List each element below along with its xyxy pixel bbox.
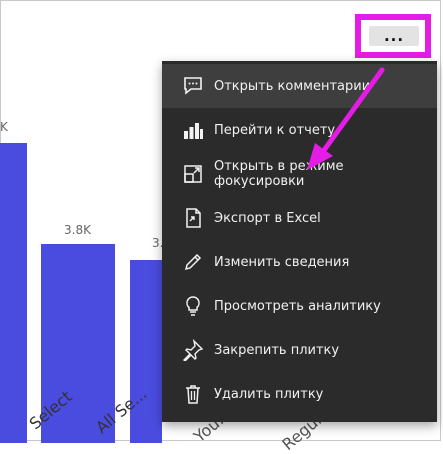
bar-3 <box>130 260 162 443</box>
menu-item-focus-mode[interactable]: Открыть в режиме фокусировки <box>162 152 437 196</box>
menu-item-pin-tile[interactable]: Закрепить плитку <box>162 328 437 372</box>
menu-item-go-to-report[interactable]: Перейти к отчету <box>162 108 437 152</box>
pin-icon <box>182 339 204 361</box>
bar-1 <box>0 143 27 443</box>
menu-item-label: Изменить сведения <box>214 254 350 270</box>
menu-item-label: Открыть комментарии <box>214 78 371 94</box>
menu-item-delete-tile[interactable]: Удалить плитку <box>162 372 437 416</box>
menu-item-label: Перейти к отчету <box>214 122 336 138</box>
menu-item-open-comments[interactable]: Открыть комментарии <box>162 64 437 108</box>
lightbulb-icon <box>182 295 204 317</box>
menu-item-edit-details[interactable]: Изменить сведения <box>162 240 437 284</box>
focus-mode-icon <box>182 163 204 185</box>
menu-item-label: Удалить плитку <box>214 386 324 402</box>
menu-item-label: Экспорт в Excel <box>214 210 321 226</box>
menu-item-label: Закрепить плитку <box>214 342 340 358</box>
more-options-highlight: ... <box>355 14 431 58</box>
comment-icon <box>182 75 204 97</box>
menu-item-export-excel[interactable]: Экспорт в Excel <box>162 196 437 240</box>
bar-1-value: K <box>0 120 8 134</box>
tile-context-menu: Открыть комментарии Перейти к отчету Отк… <box>162 61 437 422</box>
export-icon <box>182 207 204 229</box>
trash-icon <box>182 383 204 405</box>
menu-item-label: Просмотреть аналитику <box>214 298 381 314</box>
bar-2-value: 3.8K <box>64 223 91 237</box>
bar-chart-icon <box>182 119 204 141</box>
more-options-button[interactable]: ... <box>369 26 419 46</box>
pencil-icon <box>182 251 204 273</box>
menu-item-view-insights[interactable]: Просмотреть аналитику <box>162 284 437 328</box>
menu-item-label: Открыть в режиме фокусировки <box>214 159 344 189</box>
